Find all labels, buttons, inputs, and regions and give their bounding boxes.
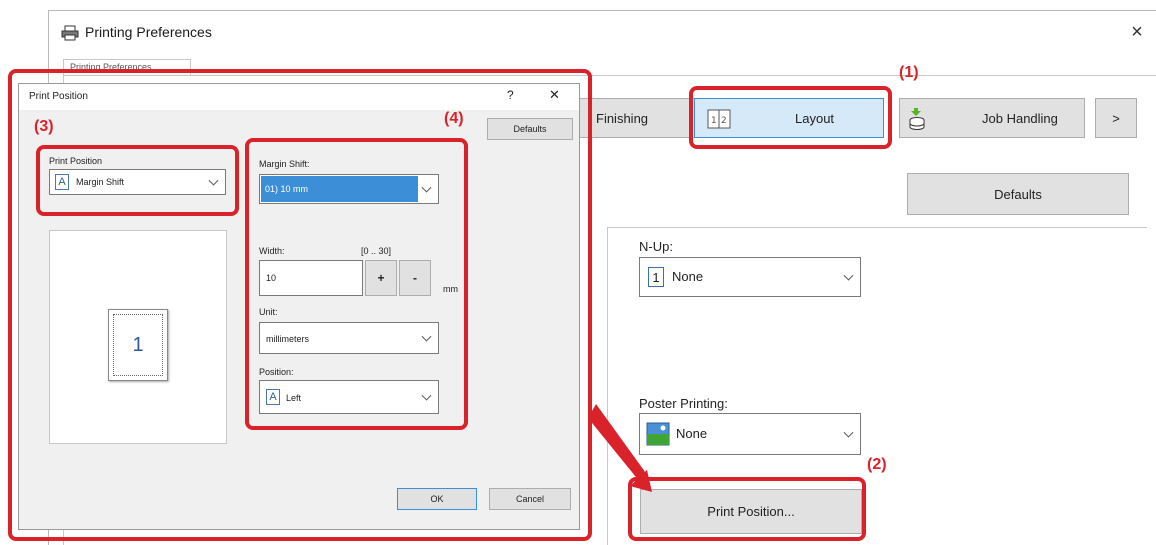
annotation-arrow — [588, 404, 652, 492]
